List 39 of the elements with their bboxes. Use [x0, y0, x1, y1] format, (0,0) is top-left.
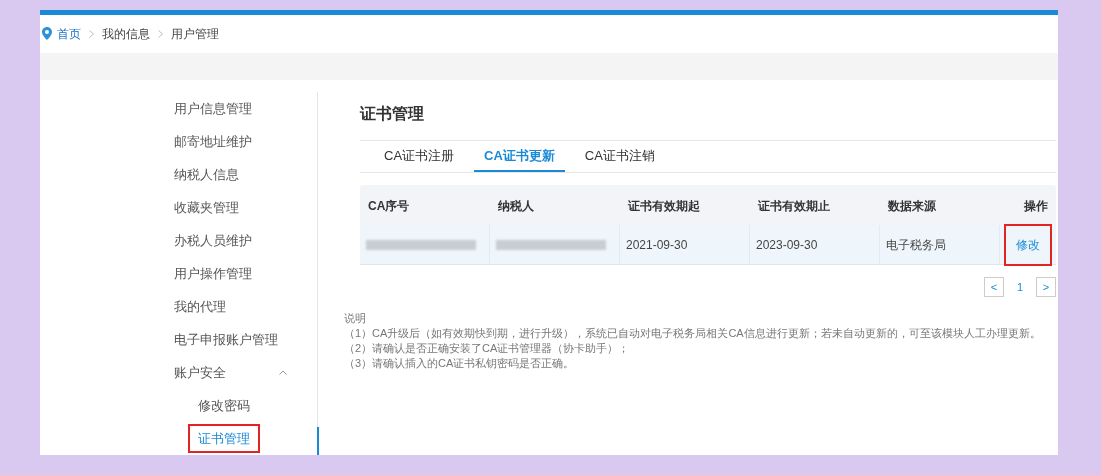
sidebar-item[interactable]: 电子申报账户管理	[166, 326, 286, 353]
note-text: （1）CA升级后（如有效期快到期，进行升级），系统已自动对电子税务局相关CA信息进行更新；若未自动更新的，可至该模块人工办理更新。	[344, 326, 1042, 341]
previous-page-button[interactable]: <	[984, 277, 1004, 297]
chevron-up-icon[interactable]	[279, 370, 287, 375]
tab[interactable]: CA证书更新	[474, 142, 565, 172]
next-page-button[interactable]: >	[1036, 277, 1056, 297]
sidebar-item[interactable]: 证书管理	[190, 425, 258, 452]
page-number[interactable]: 1	[1010, 277, 1030, 297]
chevron-right-icon	[89, 29, 94, 38]
page-title: 证书管理	[360, 104, 425, 124]
sidebar-item[interactable]: 用户操作管理	[166, 260, 260, 287]
table-cell-text: 2021-09-30	[626, 236, 688, 254]
breadcrumb-link[interactable]: 首页	[57, 24, 81, 43]
chevron-right-icon	[158, 29, 163, 38]
sidebar-item[interactable]: 纳税人信息	[166, 161, 247, 188]
column-header: 数据来源	[888, 199, 936, 213]
column-header: 证书有效期止	[758, 199, 830, 213]
edit-link[interactable]: 修改	[1006, 225, 1050, 264]
column-header: 纳税人	[498, 199, 534, 213]
sidebar-item[interactable]: 修改密码	[190, 392, 258, 419]
table-cell-text: 电子税务局	[886, 236, 946, 254]
note-text: （2）请确认是否正确安装了CA证书管理器（协卡助手）；	[344, 341, 631, 356]
notes-heading: 说明	[344, 311, 367, 326]
note-text: （3）请确认插入的CA证书私钥密码是否正确。	[344, 356, 576, 371]
column-header: CA序号	[368, 199, 410, 213]
sidebar-item[interactable]: 账户安全	[166, 359, 234, 386]
column-header: 操作	[1024, 199, 1048, 213]
table-cell-text: 2023-09-30	[756, 236, 818, 254]
sidebar-item[interactable]: 收藏夹管理	[166, 194, 247, 221]
sidebar-item[interactable]: 用户信息管理	[166, 95, 260, 122]
column-header: 证书有效期起	[628, 199, 700, 213]
sidebar-item[interactable]: 办税人员维护	[166, 227, 260, 254]
sidebar-item[interactable]: 我的代理	[166, 293, 234, 320]
breadcrumb-link[interactable]: 我的信息	[102, 24, 150, 43]
tab[interactable]: CA证书注册	[374, 142, 465, 172]
tab[interactable]: CA证书注销	[574, 142, 665, 172]
location-pin-icon	[42, 27, 52, 41]
sidebar-item[interactable]: 邮寄地址维护	[166, 128, 260, 155]
breadcrumb-link[interactable]: 用户管理	[171, 24, 219, 43]
